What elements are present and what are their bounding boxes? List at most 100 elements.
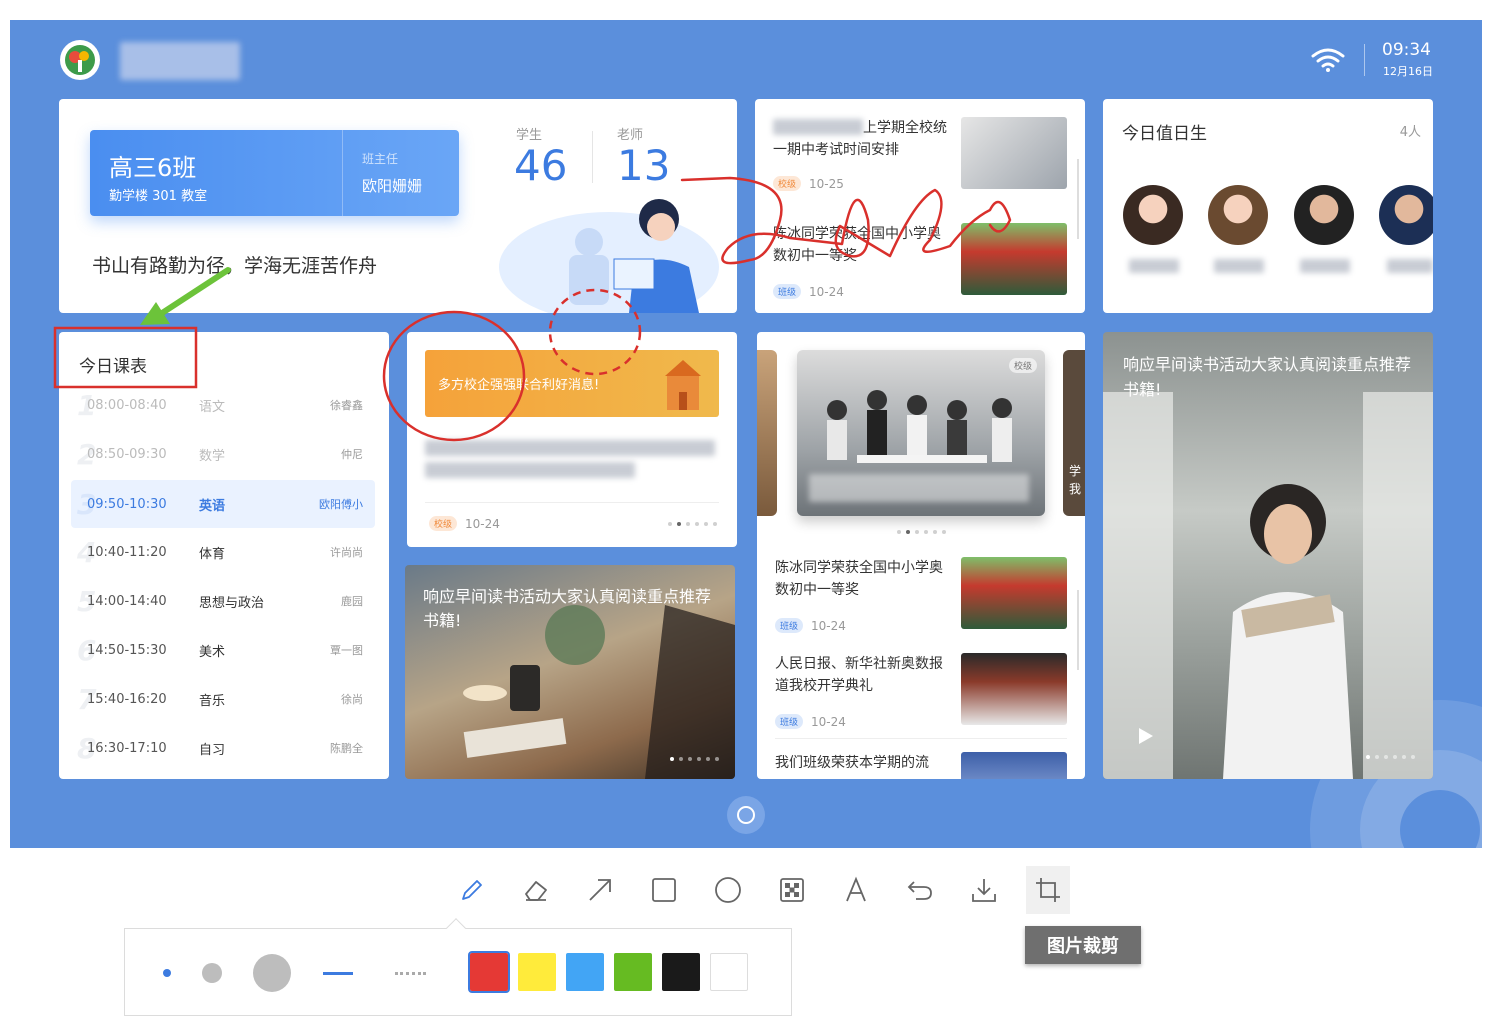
schedule-row[interactable]: 6 14:50-15:30 美术 覃一图 xyxy=(71,628,375,672)
news-thumbnail xyxy=(961,557,1067,629)
color-swatch-black[interactable] xyxy=(662,953,700,991)
list-item[interactable]: 陈冰同学荣获全国中小学奥数初中一等奖 班级 10-24 xyxy=(775,557,1067,641)
news-tag: 校级 xyxy=(773,176,802,191)
schedule-title: 今日课表 xyxy=(79,357,147,377)
undo-tool-button[interactable] xyxy=(888,866,952,914)
list-item[interactable]: 人民日报、新华社新奥数报道我校开学典礼 班级 10-24 xyxy=(775,653,1067,737)
period-time: 16:30-17:10 xyxy=(87,740,167,756)
schedule-row[interactable]: 7 15:40-16:20 音乐 徐尚 xyxy=(71,677,375,721)
crop-tool-button[interactable] xyxy=(1026,866,1070,914)
news-date: 10-24 xyxy=(809,284,844,299)
annotation-toolbar xyxy=(440,866,1070,914)
news-meta: 班级 10-24 xyxy=(775,714,846,729)
news-title: 陈冰同学荣获全国中小学奥数初中一等奖 xyxy=(773,226,941,264)
list-item[interactable]: 上学期全校统一期中考试时间安排 校级 10-25 xyxy=(773,117,1067,201)
color-swatch-yellow[interactable] xyxy=(518,953,556,991)
notice-divider xyxy=(425,502,719,503)
pen-size-large[interactable] xyxy=(253,954,291,992)
eraser-icon xyxy=(525,881,547,901)
period-teacher: 陈鹏全 xyxy=(330,742,363,755)
video-title: 响应早间读书活动大家认真阅读重点推荐书籍! xyxy=(1123,355,1412,399)
crop-icon xyxy=(1036,878,1060,902)
news-title: 我们班级荣获本学期的流 xyxy=(775,755,929,771)
duty-name-blurred xyxy=(1129,259,1179,273)
period-teacher: 徐睿鑫 xyxy=(330,399,363,412)
duty-name-blurred xyxy=(1214,259,1264,273)
schedule-row[interactable]: 1 08:00-08:40 语文 徐睿鑫 xyxy=(71,383,375,427)
carousel-dots[interactable] xyxy=(670,757,719,761)
mosaic-tool-button[interactable] xyxy=(760,866,824,914)
class-info-card: 高三6班 勤学楼 301 教室 班主任 欧阳姗姗 书山有路勤为径，学海无涯苦作舟… xyxy=(59,99,737,313)
page-indicator-ring xyxy=(737,806,755,824)
class-badge[interactable]: 高三6班 勤学楼 301 教室 班主任 欧阳姗姗 xyxy=(90,130,459,216)
play-icon[interactable] xyxy=(1137,726,1155,746)
line-style-dashed[interactable] xyxy=(395,972,426,975)
carousel-dots[interactable] xyxy=(897,530,946,534)
carousel-dots[interactable] xyxy=(1366,755,1415,759)
carousel-prev-slide[interactable] xyxy=(757,350,777,516)
school-building-icon xyxy=(665,360,701,410)
period-time: 08:50-09:30 xyxy=(87,446,167,462)
reading-banner-text: 响应早间读书活动大家认真阅读重点推荐书籍! xyxy=(423,587,712,630)
carousel-main-slide[interactable]: 校级 xyxy=(797,350,1045,516)
arrow-tool-button[interactable] xyxy=(568,866,632,914)
scrollbar[interactable] xyxy=(1077,590,1079,670)
duty-avatar[interactable] xyxy=(1294,185,1354,245)
color-swatch-white[interactable] xyxy=(710,953,748,991)
schedule-row[interactable]: 2 08:50-09:30 数学 仲尼 xyxy=(71,432,375,476)
color-swatch-green[interactable] xyxy=(614,953,652,991)
video-card[interactable]: 响应早间读书活动大家认真阅读重点推荐书籍! xyxy=(1103,332,1433,779)
period-teacher: 鹿园 xyxy=(341,595,363,608)
text-tool-button[interactable] xyxy=(824,866,888,914)
schedule-row[interactable]: 4 10:40-11:20 体育 许尚尚 xyxy=(71,530,375,574)
period-subject: 思想与政治 xyxy=(199,595,265,611)
news-thumbnail xyxy=(961,752,1067,779)
notice-banner[interactable]: 多方校企强强联合利好消息! xyxy=(425,350,719,417)
school-name-blurred xyxy=(120,42,240,80)
color-swatch-red[interactable] xyxy=(468,951,510,993)
duty-card: 今日值日生 4人 xyxy=(1103,99,1433,313)
header-divider xyxy=(1364,44,1365,76)
page-indicator[interactable] xyxy=(727,796,765,834)
schedule-row[interactable]: 5 14:00-14:40 思想与政治 鹿园 xyxy=(71,579,375,623)
carousel-dots[interactable] xyxy=(668,522,717,526)
rectangle-tool-button[interactable] xyxy=(632,866,696,914)
period-subject: 英语 xyxy=(199,498,226,514)
duty-avatar[interactable] xyxy=(1208,185,1268,245)
color-swatch-blue[interactable] xyxy=(566,953,604,991)
pen-size-small[interactable] xyxy=(163,969,171,977)
schedule-row-current[interactable]: 3 09:50-10:30 英语 欧阳傅小 xyxy=(71,480,375,528)
notice-card[interactable]: 多方校企强强联合利好消息! 校级 10-24 xyxy=(407,332,737,547)
period-time: 09:50-10:30 xyxy=(87,496,167,512)
news-title: 人民日报、新华社新奥数报道我校开学典礼 xyxy=(775,656,943,694)
badge-divider xyxy=(342,130,343,216)
circle-tool-button[interactable] xyxy=(696,866,760,914)
list-divider xyxy=(775,738,1067,739)
carousel-next-slide[interactable]: 学我 xyxy=(1063,350,1085,516)
notice-date: 10-24 xyxy=(465,516,500,531)
class-name: 高三6班 xyxy=(109,154,197,182)
list-item[interactable]: 陈冰同学荣获全国中小学奥数初中一等奖 班级 10-24 xyxy=(773,223,1067,307)
pen-size-medium[interactable] xyxy=(202,963,222,983)
period-time: 14:00-14:40 xyxy=(87,593,167,609)
scrollbar[interactable] xyxy=(1077,159,1079,239)
duty-avatar[interactable] xyxy=(1379,185,1433,245)
slide-side-text: 学我 xyxy=(1069,464,1082,496)
crop-tooltip: 图片裁剪 xyxy=(1025,926,1141,964)
notice-banner-text: 多方校企强强联合利好消息! xyxy=(438,378,600,393)
pencil-tool-button[interactable] xyxy=(440,866,504,914)
slide-caption-blurred xyxy=(809,474,1029,502)
news-carousel-card: 学我 校级 陈冰同学荣获全国中小学奥数初中一等奖 班级 10-24 人民日报、新… xyxy=(757,332,1085,779)
news-date: 10-25 xyxy=(809,176,844,191)
news-title: 上学期全校统一期中考试时间安排 xyxy=(773,120,947,158)
download-tool-button[interactable] xyxy=(952,866,1016,914)
eraser-tool-button[interactable] xyxy=(504,866,568,914)
schedule-row[interactable]: 8 16:30-17:10 自习 陈鹏全 xyxy=(71,726,375,770)
undo-icon xyxy=(907,881,932,900)
reading-banner[interactable]: 响应早间读书活动大家认真阅读重点推荐书籍! xyxy=(405,565,735,779)
news-thumbnail xyxy=(961,117,1067,189)
line-style-solid[interactable] xyxy=(323,972,353,975)
list-item[interactable]: 我们班级荣获本学期的流 xyxy=(775,752,1067,779)
period-time: 08:00-08:40 xyxy=(87,397,167,413)
duty-avatar[interactable] xyxy=(1123,185,1183,245)
